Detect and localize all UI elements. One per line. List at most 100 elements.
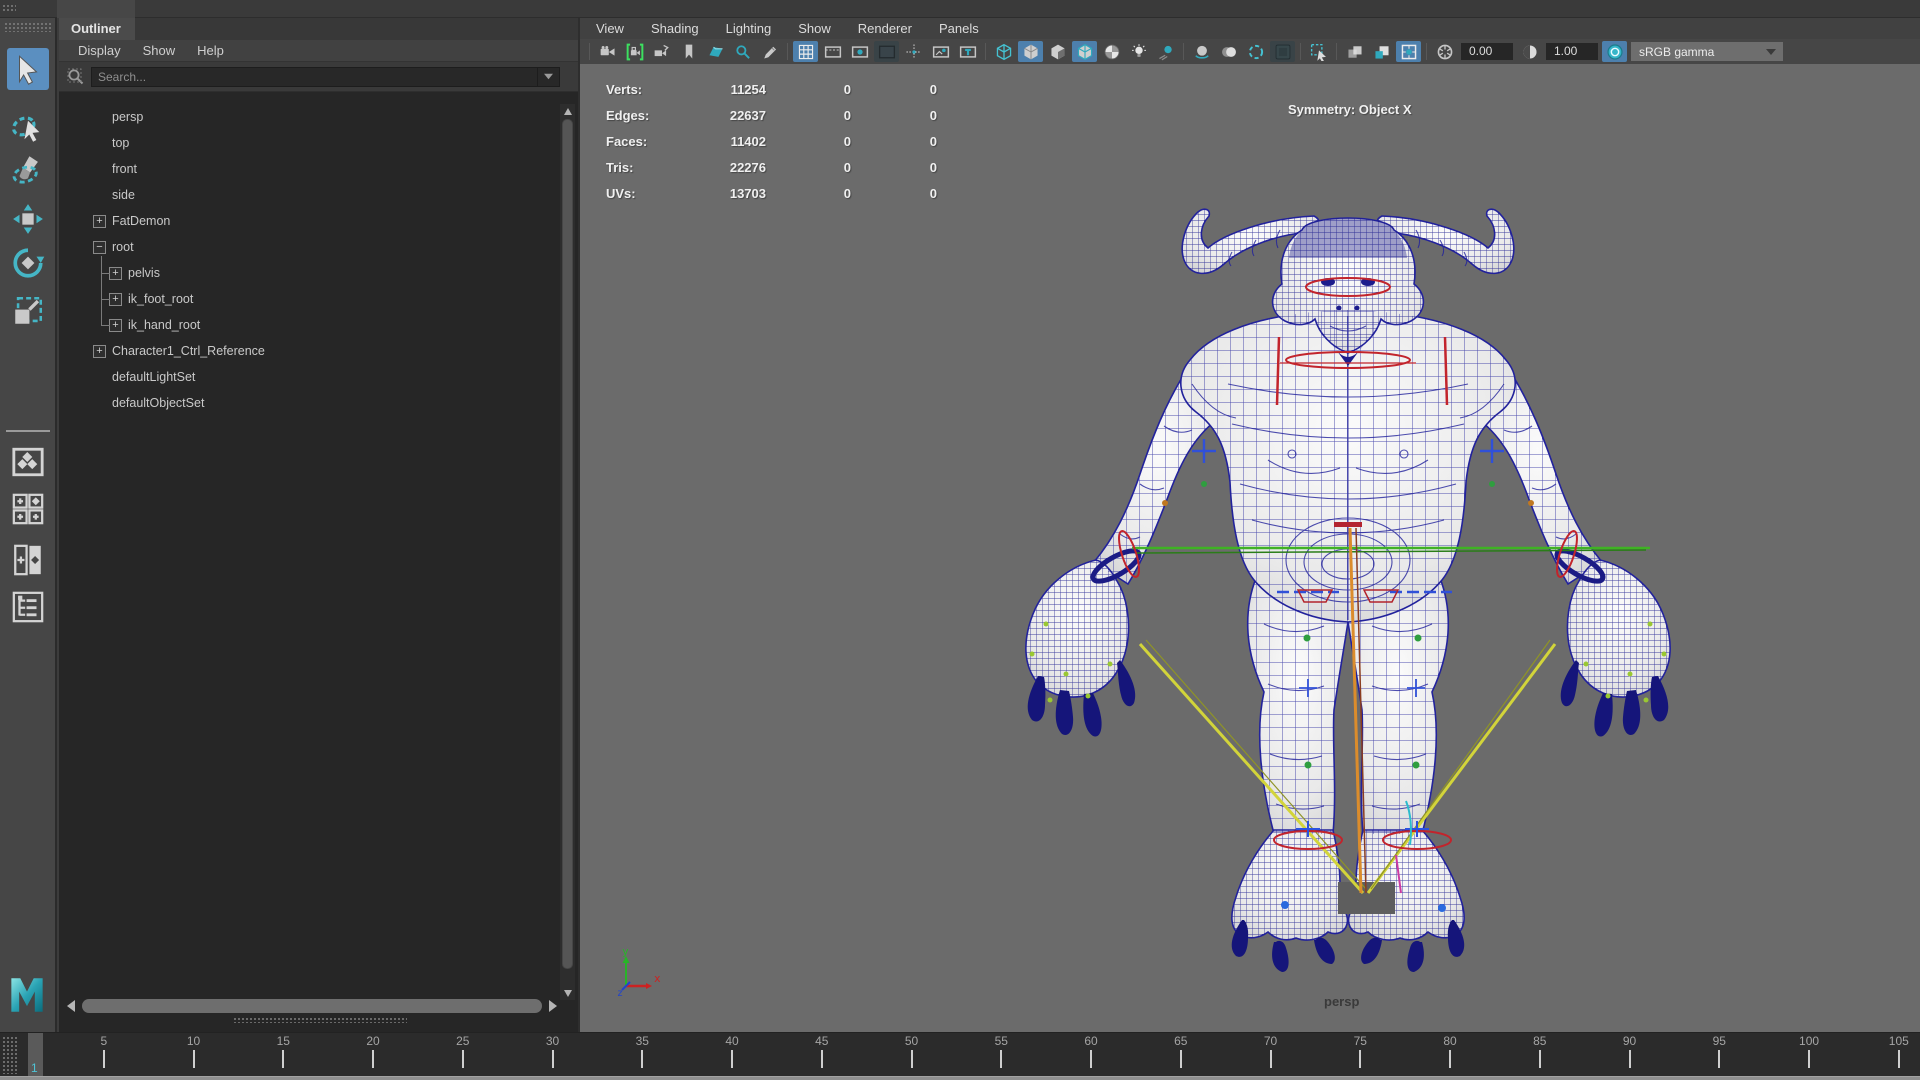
viewport-menu-view[interactable]: View — [596, 21, 624, 36]
viewport-menu-show[interactable]: Show — [798, 21, 831, 36]
layout-single-button[interactable] — [9, 443, 47, 481]
scroll-right-arrow[interactable] — [547, 999, 559, 1013]
outliner-horizontal-scrollbar[interactable] — [65, 998, 559, 1015]
expand-toggle[interactable]: + — [109, 318, 122, 332]
grease-pencil-button[interactable] — [757, 41, 782, 62]
select-tool-button[interactable] — [7, 48, 49, 90]
outliner-item-persp[interactable]: persp — [59, 104, 578, 133]
default-material-button[interactable] — [1099, 41, 1124, 62]
outliner-tab[interactable]: Outliner — [59, 18, 135, 40]
toolbar-separator — [1426, 43, 1427, 60]
outliner-menu-display[interactable]: Display — [67, 43, 132, 58]
renderer-pressed-button[interactable] — [1270, 41, 1295, 62]
xray-active-button[interactable] — [1396, 41, 1421, 62]
safe-title-button[interactable] — [955, 41, 980, 62]
isolate-select-button[interactable] — [1306, 41, 1331, 62]
scroll-left-arrow[interactable] — [65, 999, 77, 1013]
contrast-field[interactable]: 1.00 — [1546, 43, 1598, 60]
lighting-button[interactable] — [1126, 41, 1151, 62]
search-filter-dropdown[interactable] — [538, 66, 560, 87]
xray-button[interactable] — [1342, 41, 1367, 62]
toolbox-grip-handle[interactable] — [2, 4, 16, 13]
field-chart-icon — [906, 44, 921, 59]
wireframe-on-shaded-button[interactable] — [1072, 41, 1097, 62]
xray-joints-button[interactable] — [1369, 41, 1394, 62]
camera-button[interactable] — [595, 41, 620, 62]
exposure-field[interactable]: 0.00 — [1461, 43, 1513, 60]
outliner-item-FatDemon[interactable]: + FatDemon — [59, 208, 578, 243]
paint-select-tool-button[interactable] — [7, 148, 49, 190]
outliner-bottom-grip[interactable] — [233, 1017, 407, 1023]
layout-four-button[interactable] — [9, 490, 47, 528]
scroll-up-arrow[interactable] — [560, 104, 575, 118]
hud-v1: 11254 — [730, 81, 766, 97]
camera-lock-button[interactable] — [622, 41, 647, 62]
exposure-button[interactable] — [1432, 41, 1457, 62]
outliner-vertical-scrollbar[interactable] — [560, 104, 575, 1000]
viewport-menu-panels[interactable]: Panels — [939, 21, 979, 36]
resolution-gate-button[interactable] — [847, 41, 872, 62]
viewport-canvas[interactable]: Verts: 11254 0 0 Edges: 22637 0 0 Faces: 11402 0 0 T… — [580, 64, 1920, 1032]
expand-toggle[interactable]: + — [93, 344, 106, 358]
motion-blur-button[interactable] — [1216, 41, 1241, 62]
expand-toggle[interactable]: + — [109, 266, 122, 280]
vertical-scroll-thumb[interactable] — [562, 119, 573, 969]
camera-attrs-button[interactable] — [649, 41, 674, 62]
view-transform-dropdown[interactable]: sRGB gamma — [1631, 42, 1783, 61]
search-input[interactable] — [91, 66, 538, 87]
shaded-button[interactable] — [1018, 41, 1043, 62]
lasso-tool-button[interactable] — [7, 104, 49, 146]
occlusion-button[interactable] — [1189, 41, 1214, 62]
frame-tick — [461, 1050, 464, 1068]
outliner-item-ik_foot_root[interactable]: + ik_foot_root — [59, 286, 578, 321]
current-frame-marker[interactable]: 1 — [28, 1033, 43, 1077]
contrast-button[interactable] — [1517, 41, 1542, 62]
outliner-menu-show[interactable]: Show — [132, 43, 187, 58]
cm-on-button[interactable] — [1602, 41, 1627, 62]
wireframe-button[interactable] — [991, 41, 1016, 62]
expand-toggle[interactable]: + — [109, 292, 122, 306]
outliner-item-side[interactable]: side — [59, 182, 578, 211]
toolbar-separator — [1183, 43, 1184, 60]
frame-label: 70 — [1263, 1034, 1278, 1048]
outliner-item-ik_hand_root[interactable]: + ik_hand_root — [59, 312, 578, 347]
safe-action-button[interactable] — [928, 41, 953, 62]
scale-tool-button[interactable] — [7, 290, 49, 332]
image-plane-button[interactable] — [703, 41, 728, 62]
time-slider[interactable]: 1 5 10 15 20 25 30 35 40 45 50 55 60 65 70 75 80 85 90 95 1… — [0, 1032, 1920, 1077]
frame-label: 25 — [456, 1034, 470, 1048]
svg-text:x: x — [654, 972, 661, 985]
grid-button[interactable] — [793, 41, 818, 62]
shadows-button[interactable] — [1153, 41, 1178, 62]
textured-button[interactable] — [1045, 41, 1070, 62]
layout-two-button[interactable] — [9, 541, 47, 579]
outliner-menu-help[interactable]: Help — [186, 43, 235, 58]
pan-zoom-button[interactable] — [730, 41, 755, 62]
hud-v3: 0 — [929, 185, 937, 201]
viewport-menu-lighting[interactable]: Lighting — [726, 21, 772, 36]
layout-outliner-button[interactable] — [9, 588, 47, 626]
outliner-item-top[interactable]: top — [59, 130, 578, 159]
outliner-item-pelvis[interactable]: + pelvis — [59, 260, 578, 295]
scroll-down-arrow[interactable] — [560, 986, 575, 1000]
rotate-tool-button[interactable] — [7, 242, 49, 284]
outliner-item-Character1_Ctrl_Reference[interactable]: + Character1_Ctrl_Reference — [59, 338, 578, 372]
expand-toggle[interactable]: − — [93, 240, 106, 254]
range-slider-edge[interactable] — [0, 1076, 1920, 1080]
bookmark-button[interactable] — [676, 41, 701, 62]
timeline-grip[interactable] — [2, 1036, 18, 1074]
outliner-item-front[interactable]: front — [59, 156, 578, 185]
film-gate-button[interactable] — [820, 41, 845, 62]
gate-mask-button[interactable] — [874, 41, 899, 62]
outliner-item-root[interactable]: − root — [59, 234, 578, 269]
viewport-menu-renderer[interactable]: Renderer — [858, 21, 912, 36]
outliner-item-defaultObjectSet[interactable]: defaultObjectSet — [59, 390, 578, 425]
field-chart-button[interactable] — [901, 41, 926, 62]
outliner-item-defaultLightSet[interactable]: defaultLightSet — [59, 364, 578, 399]
toolbox-drag-handle[interactable] — [4, 22, 52, 32]
anti-alias-button[interactable] — [1243, 41, 1268, 62]
expand-toggle[interactable]: + — [93, 214, 106, 228]
viewport-menu-shading[interactable]: Shading — [651, 21, 699, 36]
move-tool-button[interactable] — [7, 198, 49, 240]
horizontal-scroll-thumb[interactable] — [82, 999, 542, 1013]
